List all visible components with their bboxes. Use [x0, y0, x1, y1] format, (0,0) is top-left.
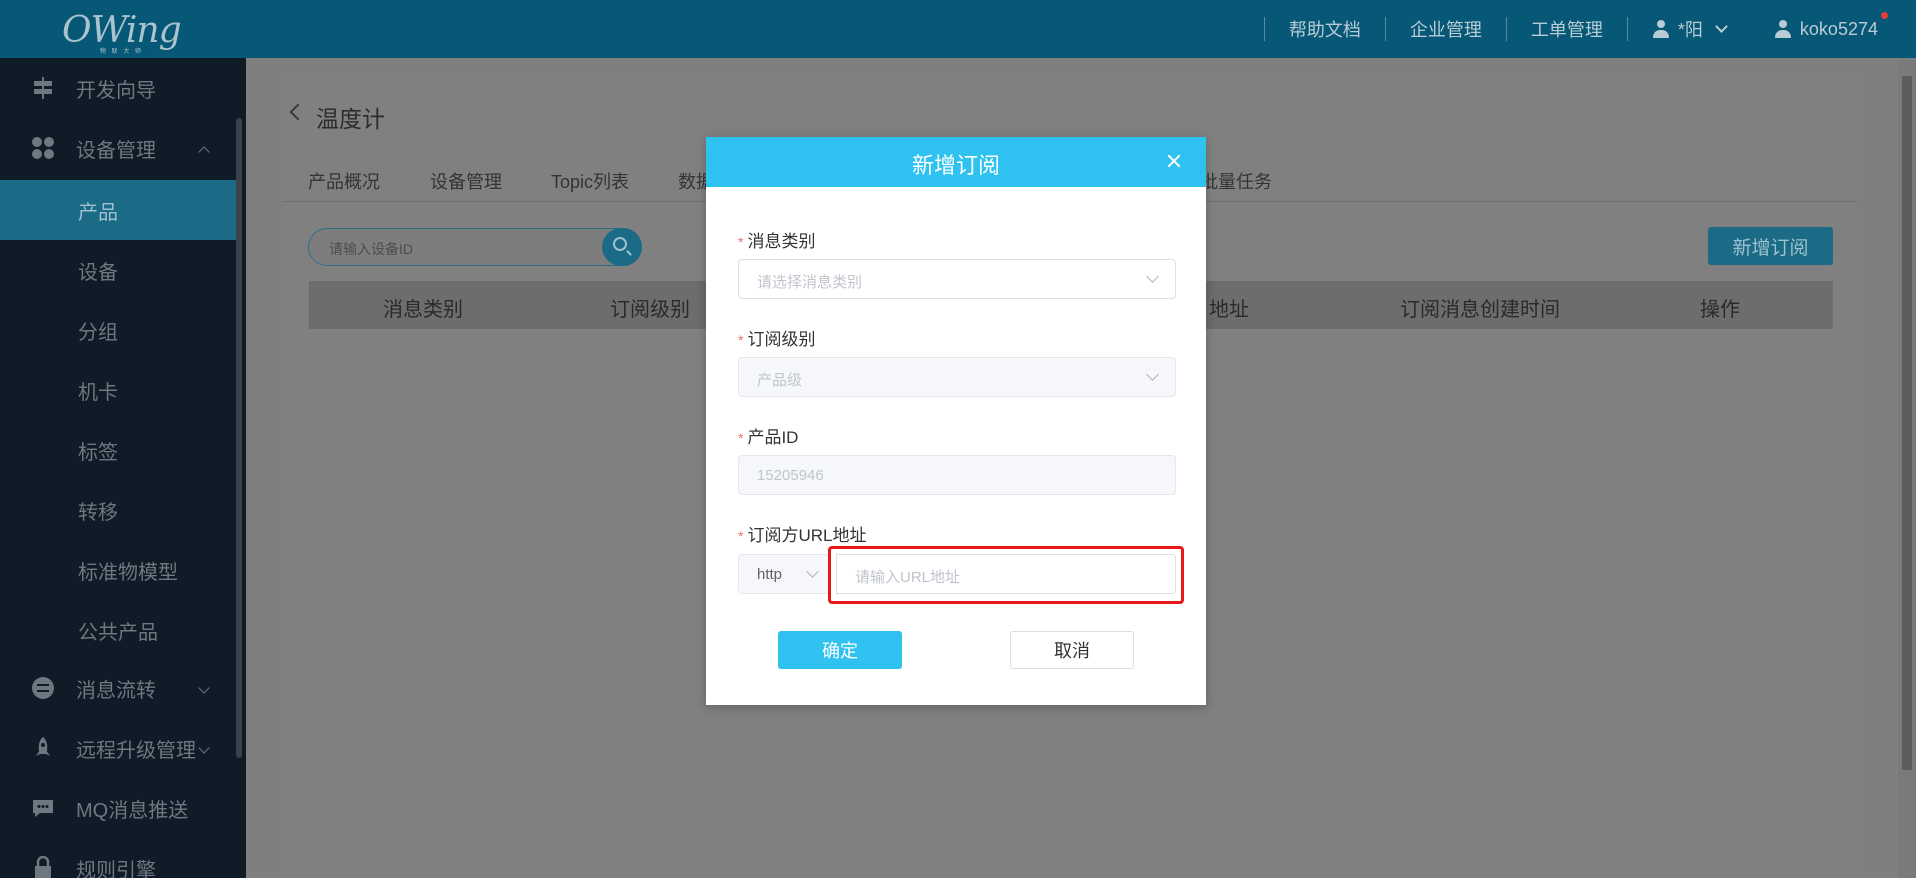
protocol-select[interactable]: http	[738, 554, 830, 594]
search-icon-handle	[626, 250, 632, 256]
protocol-value: http	[757, 566, 783, 583]
sidebar-item-device-management[interactable]: 设备管理	[0, 118, 236, 178]
url-label-text: 订阅方URL地址	[747, 526, 867, 545]
column-created-time: 订阅消息创建时间	[1400, 299, 1560, 321]
sidebar-subitem-transfer[interactable]: 转移	[0, 480, 236, 540]
chevron-down-icon	[806, 565, 819, 578]
highlight-box	[828, 546, 1184, 604]
message-type-label-text: 消息类别	[747, 232, 816, 251]
dialog-title: 新增订阅	[911, 153, 1000, 178]
subscription-level-label-text: 订阅级别	[747, 330, 816, 349]
sidebar-item-mq-push[interactable]: MQ消息推送	[0, 778, 236, 838]
subscription-level-value: 产品级	[757, 372, 803, 389]
notification-dot	[1881, 12, 1888, 19]
cancel-button[interactable]: 取消	[1010, 631, 1134, 669]
search-placeholder: 请输入设备ID	[329, 241, 413, 257]
tab-product-overview[interactable]: 产品概况	[308, 168, 380, 194]
account-name: *阳	[1677, 20, 1703, 40]
rocket-icon	[30, 735, 56, 761]
chevron-down-icon	[198, 682, 210, 694]
required-mark: *	[738, 332, 744, 348]
chevron-down-icon	[1715, 20, 1728, 33]
message-type-label: * 消息类别	[738, 227, 815, 252]
sidebar-subitem-public-product[interactable]: 公共产品	[0, 600, 236, 660]
sidebar-subitem-device[interactable]: 设备	[0, 240, 236, 300]
list-icon	[30, 675, 56, 701]
sidebar-item-ota[interactable]: 远程升级管理	[0, 718, 236, 778]
column-subscription-level: 订阅级别	[610, 299, 690, 321]
chevron-up-icon	[198, 146, 210, 158]
product-id-field: 15205946	[738, 455, 1176, 495]
required-mark: *	[738, 430, 744, 446]
chevron-down-icon	[1146, 270, 1159, 283]
scrollbar-thumb[interactable]	[1902, 76, 1912, 770]
tab-batch-tasks[interactable]: 批量任务	[1200, 168, 1272, 194]
subscription-level-label: * 订阅级别	[738, 325, 815, 350]
user-menu[interactable]: koko5274	[1750, 19, 1916, 40]
sidebar-subitem-group[interactable]: 分组	[0, 300, 236, 360]
sidebar-item-label: 规则引擎	[76, 859, 156, 878]
top-bar: OWing 物 联 大 师 帮助文档 企业管理 工单管理 *阳 koko5274	[0, 0, 1916, 58]
signpost-icon	[30, 75, 56, 101]
logo-text: OWing	[62, 10, 182, 51]
subscription-level-select: 产品级	[738, 357, 1176, 397]
sidebar-item-label: 设备管理	[76, 139, 156, 162]
username: koko5274	[1799, 18, 1878, 39]
column-message-type: 消息类别	[383, 299, 463, 321]
sidebar: 开发向导 设备管理 产品 设备 分组 机卡 标签 转移 标准物模型 公共产品 消…	[0, 58, 246, 878]
search-button[interactable]	[602, 228, 642, 266]
help-docs-link[interactable]: 帮助文档	[1265, 16, 1385, 42]
sidebar-item-label: 远程升级管理	[76, 739, 196, 762]
chevron-down-icon	[198, 742, 210, 754]
account-menu[interactable]: *阳	[1628, 16, 1750, 42]
column-actions: 操作	[1700, 299, 1740, 321]
sidebar-item-label: 开发向导	[76, 79, 156, 102]
required-mark: *	[738, 234, 744, 250]
lock-icon	[30, 855, 56, 878]
sidebar-item-message-flow[interactable]: 消息流转	[0, 658, 236, 718]
product-id-label-text: 产品ID	[747, 428, 799, 447]
sidebar-subitem-tag[interactable]: 标签	[0, 420, 236, 480]
chevron-down-icon	[1146, 368, 1159, 381]
tab-topic-list[interactable]: Topic列表	[551, 168, 629, 194]
product-id-value: 15205946	[757, 467, 824, 484]
add-subscription-dialog: 新增订阅 * 消息类别 请选择消息类别 * 订阅级别 产品级 * 产品ID 15205…	[706, 137, 1206, 705]
page-title: 温度计	[316, 106, 385, 132]
logo[interactable]: OWing 物 联 大 师	[62, 6, 192, 55]
required-mark: *	[738, 528, 744, 544]
sidebar-item-label: 消息流转	[76, 679, 156, 702]
top-nav: 帮助文档 企业管理 工单管理 *阳 koko5274	[1263, 0, 1916, 58]
sidebar-subitem-product[interactable]: 产品	[0, 180, 236, 240]
enterprise-management-link[interactable]: 企业管理	[1386, 16, 1506, 42]
sidebar-item-dev-guide[interactable]: 开发向导	[0, 58, 236, 118]
tab-device-management[interactable]: 设备管理	[430, 168, 502, 194]
confirm-button[interactable]: 确定	[778, 631, 902, 669]
dialog-header: 新增订阅	[706, 137, 1206, 187]
device-id-search-input[interactable]: 请输入设备ID	[308, 228, 642, 266]
url-label: * 订阅方URL地址	[738, 521, 866, 546]
logo-subtitle: 物 联 大 师	[100, 49, 144, 55]
message-type-select[interactable]: 请选择消息类别	[738, 259, 1176, 299]
user-icon	[1774, 20, 1792, 38]
sidebar-subitem-standard-model[interactable]: 标准物模型	[0, 540, 236, 600]
user-icon	[1652, 20, 1670, 38]
main-scrollbar[interactable]	[1898, 60, 1916, 878]
sidebar-item-label: MQ消息推送	[76, 799, 189, 822]
product-id-label: * 产品ID	[738, 423, 798, 448]
ticket-management-link[interactable]: 工单管理	[1507, 16, 1627, 42]
sidebar-scrollbar[interactable]	[236, 118, 242, 758]
sidebar-item-rule-engine[interactable]: 规则引擎	[0, 838, 236, 878]
column-address: 地址	[1209, 299, 1249, 321]
add-subscription-button[interactable]: 新增订阅	[1708, 227, 1833, 265]
message-type-placeholder: 请选择消息类别	[757, 274, 863, 291]
chat-icon	[30, 795, 56, 821]
grid-icon	[30, 135, 56, 161]
sidebar-subitem-sim-card[interactable]: 机卡	[0, 360, 236, 420]
close-icon[interactable]	[1164, 151, 1184, 171]
search-icon	[613, 237, 627, 251]
